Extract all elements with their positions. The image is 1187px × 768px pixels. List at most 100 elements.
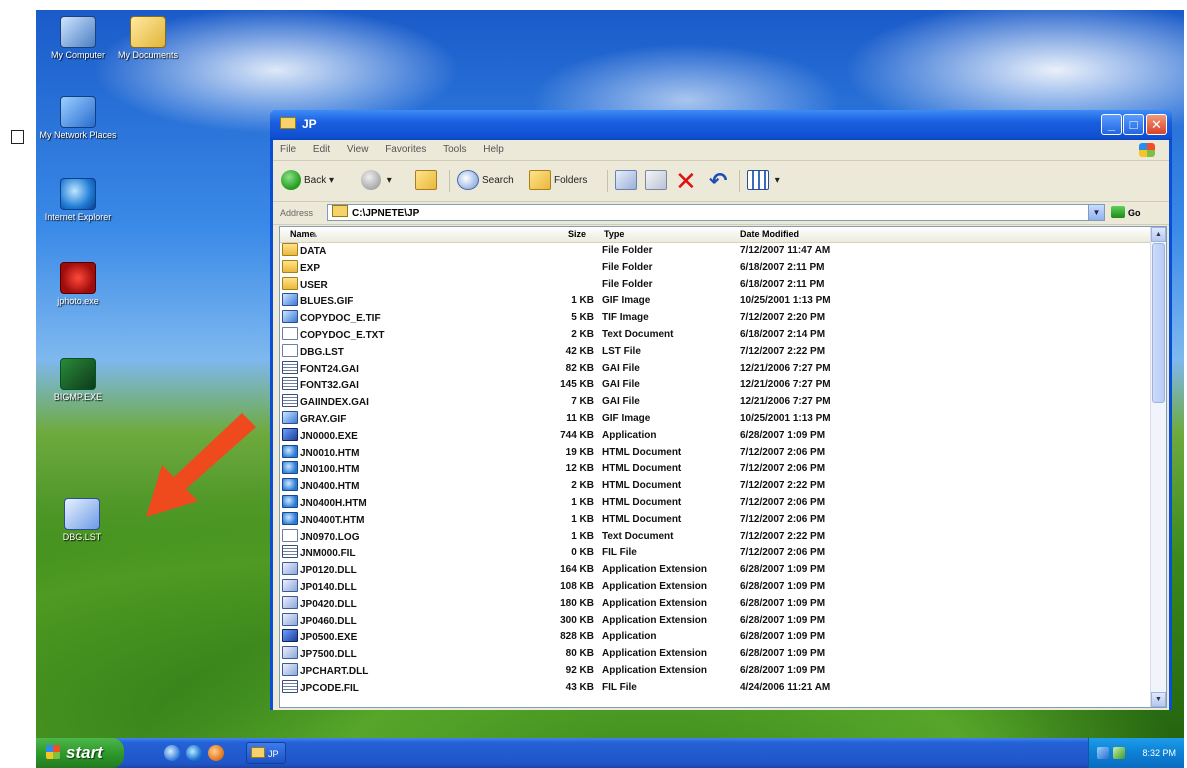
file-type: LST File bbox=[602, 345, 641, 357]
exe-file-icon bbox=[282, 629, 298, 643]
table-row[interactable]: JN0010.HTM 19 KB HTML Document 7/12/2007 2:… bbox=[280, 444, 1152, 463]
scroll-up-button[interactable]: ▲ bbox=[1151, 227, 1166, 242]
up-folder-button[interactable] bbox=[415, 169, 440, 193]
address-dropdown-button[interactable]: ▼ bbox=[1088, 205, 1104, 220]
htm-file-icon bbox=[282, 511, 298, 525]
forward-button[interactable]: ▾ bbox=[361, 169, 392, 193]
file-size: 2 KB bbox=[571, 480, 594, 492]
close-button[interactable]: ✕ bbox=[1146, 114, 1167, 135]
system-tray: 8:32 PM bbox=[1088, 738, 1184, 768]
menu-file[interactable]: File bbox=[273, 140, 303, 160]
table-row[interactable]: JN0400.HTM 2 KB HTML Document 7/12/2007 2:2… bbox=[280, 478, 1152, 495]
table-row[interactable]: EXP File Folder 6/18/2007 2:11 PM bbox=[280, 259, 1152, 277]
undo-button[interactable]: ↶ bbox=[709, 169, 727, 193]
table-row[interactable]: JNM000.FIL 0 KB FIL File 7/12/2007 2:06 PM bbox=[280, 545, 1152, 562]
desktop-icon-label: DBG.LST bbox=[62, 532, 102, 542]
vertical-scrollbar[interactable]: ▲ ▼ bbox=[1150, 227, 1166, 707]
desktop-icon-internet-explorer[interactable]: Internet Explorer bbox=[38, 178, 118, 223]
table-row[interactable]: JP7500.DLL 80 KB Application Extension 6/28… bbox=[280, 646, 1152, 663]
folders-icon bbox=[529, 170, 551, 191]
desktop-icon-jphoto[interactable]: jphoto.exe bbox=[38, 262, 118, 307]
dll-file-icon bbox=[282, 578, 298, 592]
table-row[interactable]: JP0120.DLL 164 KB Application Extension 6/2… bbox=[280, 562, 1152, 579]
menu-help[interactable]: Help bbox=[476, 140, 511, 160]
file-name: JPCHART.DLL bbox=[300, 665, 369, 677]
maximize-button[interactable]: □ bbox=[1123, 114, 1144, 135]
windows-flag-icon bbox=[46, 745, 60, 759]
file-size: 11 KB bbox=[566, 412, 594, 424]
back-button[interactable]: Back ▾ bbox=[281, 169, 334, 193]
menu-view[interactable]: View bbox=[340, 140, 376, 160]
desktop-icon-my-computer[interactable]: My Computer bbox=[38, 16, 118, 61]
file-type: Text Document bbox=[602, 328, 674, 340]
column-header-size[interactable]: Size bbox=[568, 227, 586, 242]
table-row[interactable]: DBG.LST 42 KB LST File 7/12/2007 2:22 PM bbox=[280, 343, 1152, 361]
table-row[interactable]: FONT32.GAI 145 KB GAI File 12/21/2006 7:27 … bbox=[280, 377, 1152, 394]
quicklaunch-ie-icon[interactable] bbox=[186, 745, 202, 761]
table-row[interactable]: JP0140.DLL 108 KB Application Extension 6/2… bbox=[280, 578, 1152, 596]
desktop-icon-my-documents[interactable]: My Documents bbox=[108, 16, 188, 61]
page-checkbox[interactable] bbox=[11, 130, 24, 144]
htm-file-icon bbox=[282, 494, 298, 508]
taskbar-item-jp[interactable]: JP bbox=[246, 742, 286, 764]
copy-to-button[interactable] bbox=[645, 169, 670, 193]
table-row[interactable]: GRAY.GIF 11 KB GIF Image 10/25/2001 1:13 PM bbox=[280, 410, 1152, 428]
file-date: 7/12/2007 2:20 PM bbox=[740, 312, 826, 324]
desktop-icon-dbg-lst[interactable]: DBG.LST bbox=[42, 498, 122, 543]
file-name-cell: JN0010.HTM bbox=[282, 444, 522, 463]
search-button[interactable]: Search bbox=[457, 169, 514, 193]
views-button[interactable]: ▾ bbox=[747, 169, 780, 193]
file-name: JN0000.EXE bbox=[300, 430, 358, 442]
scroll-down-button[interactable]: ▼ bbox=[1151, 692, 1166, 707]
menu-favorites[interactable]: Favorites bbox=[378, 140, 433, 160]
table-row[interactable]: JPCHART.DLL 92 KB Application Extension 6/2… bbox=[280, 662, 1152, 680]
column-header-date[interactable]: Date Modified bbox=[740, 227, 799, 242]
desktop-icon-bigmp[interactable]: BIGMP.EXE bbox=[38, 358, 118, 403]
folders-button[interactable]: Folders bbox=[529, 169, 587, 193]
quicklaunch-media-icon[interactable] bbox=[208, 745, 224, 761]
go-button[interactable]: Go bbox=[1111, 202, 1141, 224]
window-client: File Edit View Favorites Tools Help Back… bbox=[273, 140, 1169, 710]
table-row[interactable]: JN0400H.HTM 1 KB HTML Document 7/12/2007 2:… bbox=[280, 494, 1152, 512]
table-row[interactable]: JN0970.LOG 1 KB Text Document 7/12/2007 2:2… bbox=[280, 528, 1152, 546]
file-date: 7/12/2007 2:22 PM bbox=[740, 345, 826, 357]
menu-tools[interactable]: Tools bbox=[436, 140, 473, 160]
desktop-icon-my-network[interactable]: My Network Places bbox=[38, 96, 118, 141]
window-titlebar[interactable]: JP _ □ ✕ bbox=[270, 110, 1172, 140]
table-row[interactable]: JP0460.DLL 300 KB Application Extension 6/2… bbox=[280, 612, 1152, 630]
network-tray-icon[interactable] bbox=[1097, 747, 1109, 759]
menu-edit[interactable]: Edit bbox=[306, 140, 337, 160]
table-row[interactable]: JN0400T.HTM 1 KB HTML Document 7/12/2007 2:… bbox=[280, 511, 1152, 529]
table-row[interactable]: JP0500.EXE 828 KB Application 6/28/2007 1:0… bbox=[280, 629, 1152, 646]
table-row[interactable]: BLUES.GIF 1 KB GIF Image 10/25/2001 1:13 PM bbox=[280, 293, 1152, 310]
folder-file-icon bbox=[282, 259, 298, 273]
scroll-thumb[interactable] bbox=[1152, 243, 1165, 403]
table-row[interactable]: COPYDOC_E.TXT 2 KB Text Document 6/18/2007 … bbox=[280, 326, 1152, 344]
table-row[interactable]: JP0420.DLL 180 KB Application Extension 6/2… bbox=[280, 595, 1152, 614]
minimize-button[interactable]: _ bbox=[1101, 114, 1122, 135]
table-row[interactable]: GAIINDEX.GAI 7 KB GAI File 12/21/2006 7:27 … bbox=[280, 394, 1152, 411]
clock[interactable]: 8:32 PM bbox=[1142, 748, 1176, 758]
file-name-cell: JP0420.DLL bbox=[282, 595, 522, 614]
file-type: File Folder bbox=[602, 245, 653, 256]
explorer-window[interactable]: JP _ □ ✕ File Edit View Favorites Tools … bbox=[270, 110, 1172, 710]
quicklaunch-desktop-icon[interactable] bbox=[164, 745, 180, 761]
table-row[interactable]: JPCODE.FIL 43 KB FIL File 4/24/2006 11:21 A… bbox=[280, 679, 1152, 697]
security-tray-icon[interactable] bbox=[1113, 747, 1125, 759]
file-type: GAI File bbox=[602, 396, 640, 408]
search-label: Search bbox=[482, 175, 514, 186]
move-to-icon bbox=[615, 170, 637, 191]
table-row[interactable]: USER File Folder 6/18/2007 2:11 PM bbox=[280, 276, 1152, 294]
table-row[interactable]: JN0000.EXE 744 KB Application 6/28/2007 1:0… bbox=[280, 427, 1152, 445]
table-row[interactable]: COPYDOC_E.TIF 5 KB TIF Image 7/12/2007 2:20… bbox=[280, 310, 1152, 327]
table-row[interactable]: FONT24.GAI 82 KB GAI File 12/21/2006 7:27 P… bbox=[280, 360, 1152, 378]
start-button[interactable]: start bbox=[36, 738, 124, 768]
column-header-type[interactable]: Type bbox=[604, 227, 624, 242]
file-name: JP0120.DLL bbox=[300, 565, 357, 577]
table-row[interactable]: JN0100.HTM 12 KB HTML Document 7/12/2007 2:… bbox=[280, 461, 1152, 478]
delete-button[interactable]: ✕ bbox=[675, 168, 697, 194]
table-row[interactable]: DATA File Folder 7/12/2007 11:47 AM bbox=[280, 243, 1152, 260]
file-size: 1 KB bbox=[571, 530, 594, 542]
address-input[interactable]: C:\JPNETE\JP ▼ bbox=[327, 204, 1105, 221]
move-to-button[interactable] bbox=[615, 169, 640, 193]
